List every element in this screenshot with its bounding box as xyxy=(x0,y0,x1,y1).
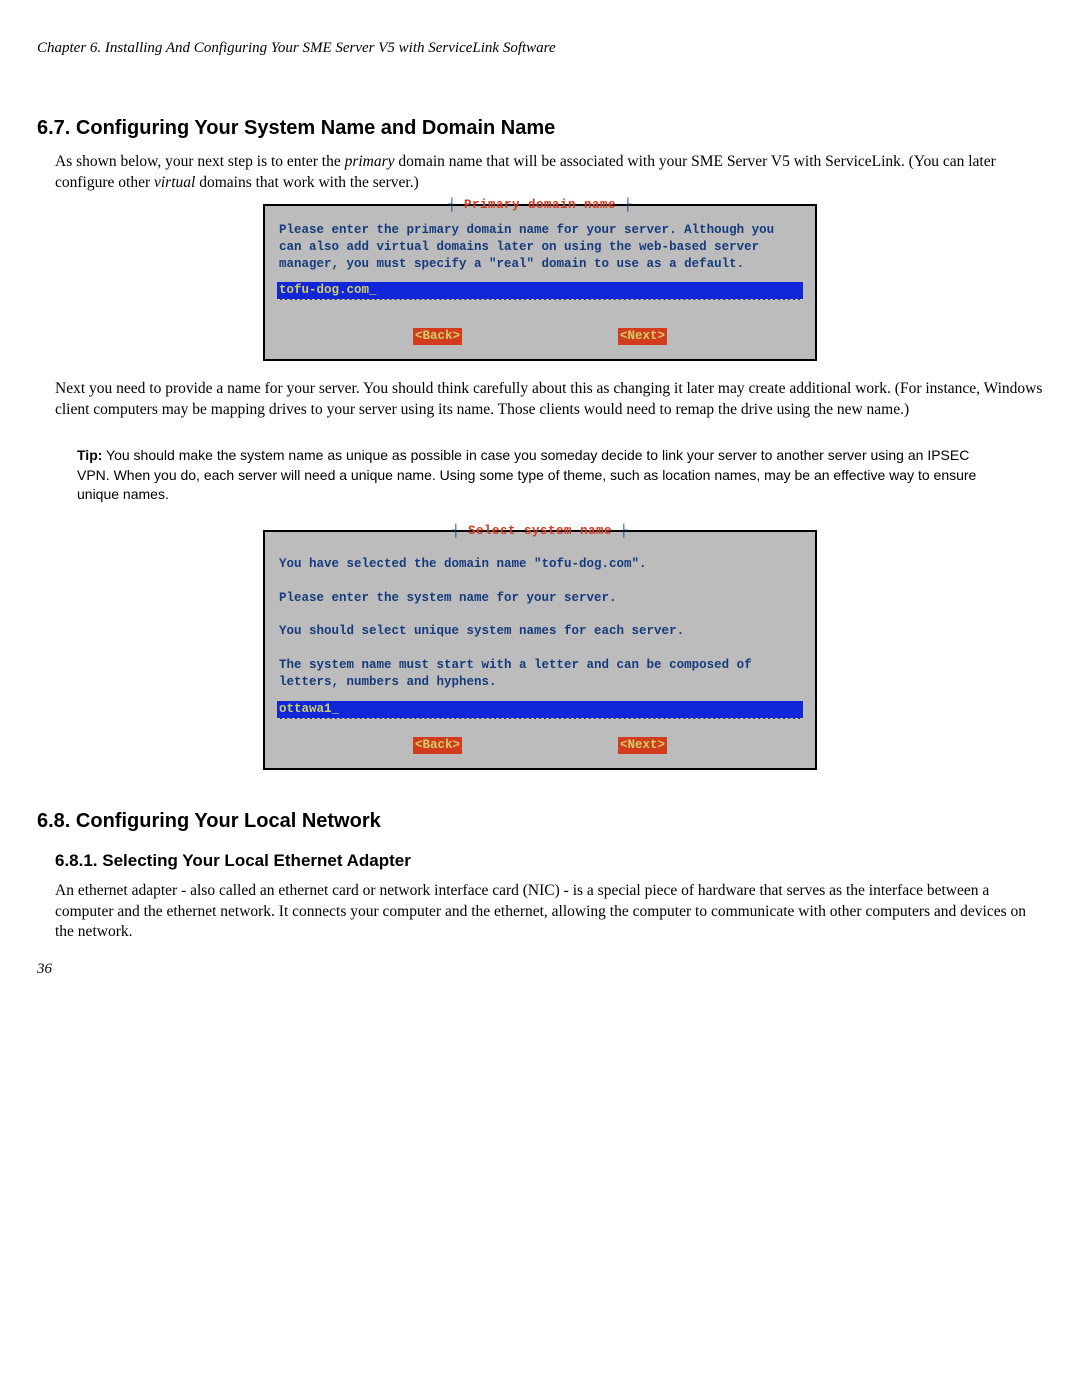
console-title: Primary domain name xyxy=(265,197,815,214)
console-button-row: <Back> <Next> xyxy=(335,737,745,754)
console-title: Select system name xyxy=(265,523,815,540)
tip-text: You should make the system name as uniqu… xyxy=(77,447,976,502)
section-6-8-1-para: An ethernet adapter - also called an eth… xyxy=(55,881,1043,944)
console-system-name: Select system name You have selected the… xyxy=(263,530,817,770)
cursor-icon: _ xyxy=(332,702,340,716)
text: domains that work with the server.) xyxy=(195,174,418,191)
system-name-input[interactable]: ottawa1_ xyxy=(277,701,803,719)
domain-name-input[interactable]: tofu-dog.com_ xyxy=(277,282,803,300)
tip-label: Tip: xyxy=(77,447,102,463)
emphasis-primary: primary xyxy=(345,153,395,170)
cursor-icon: _ xyxy=(369,283,377,297)
back-button[interactable]: <Back> xyxy=(413,737,462,754)
next-button[interactable]: <Next> xyxy=(618,328,667,345)
text: As shown below, your next step is to ent… xyxy=(55,153,345,170)
section-6-7-intro: As shown below, your next step is to ent… xyxy=(55,152,1043,194)
section-6-7-heading: 6.7. Configuring Your System Name and Do… xyxy=(37,117,1043,140)
page-number: 36 xyxy=(37,961,1043,978)
input-value: ottawa1 xyxy=(279,702,332,716)
section-6-7-para2: Next you need to provide a name for your… xyxy=(55,379,1043,421)
console-instructions: Please enter the primary domain name for… xyxy=(279,222,801,273)
section-6-8-1-heading: 6.8.1. Selecting Your Local Ethernet Ada… xyxy=(55,851,1043,871)
back-button[interactable]: <Back> xyxy=(413,328,462,345)
next-button[interactable]: <Next> xyxy=(618,737,667,754)
console-instructions: You have selected the domain name "tofu-… xyxy=(279,556,801,691)
section-6-8-heading: 6.8. Configuring Your Local Network xyxy=(37,810,1043,833)
input-value: tofu-dog.com xyxy=(279,283,369,297)
tip-block: Tip: You should make the system name as … xyxy=(77,446,1003,505)
console-button-row: <Back> <Next> xyxy=(335,328,745,345)
emphasis-virtual: virtual xyxy=(154,174,195,191)
chapter-header: Chapter 6. Installing And Configuring Yo… xyxy=(37,40,1043,57)
console-primary-domain: Primary domain name Please enter the pri… xyxy=(263,204,817,361)
